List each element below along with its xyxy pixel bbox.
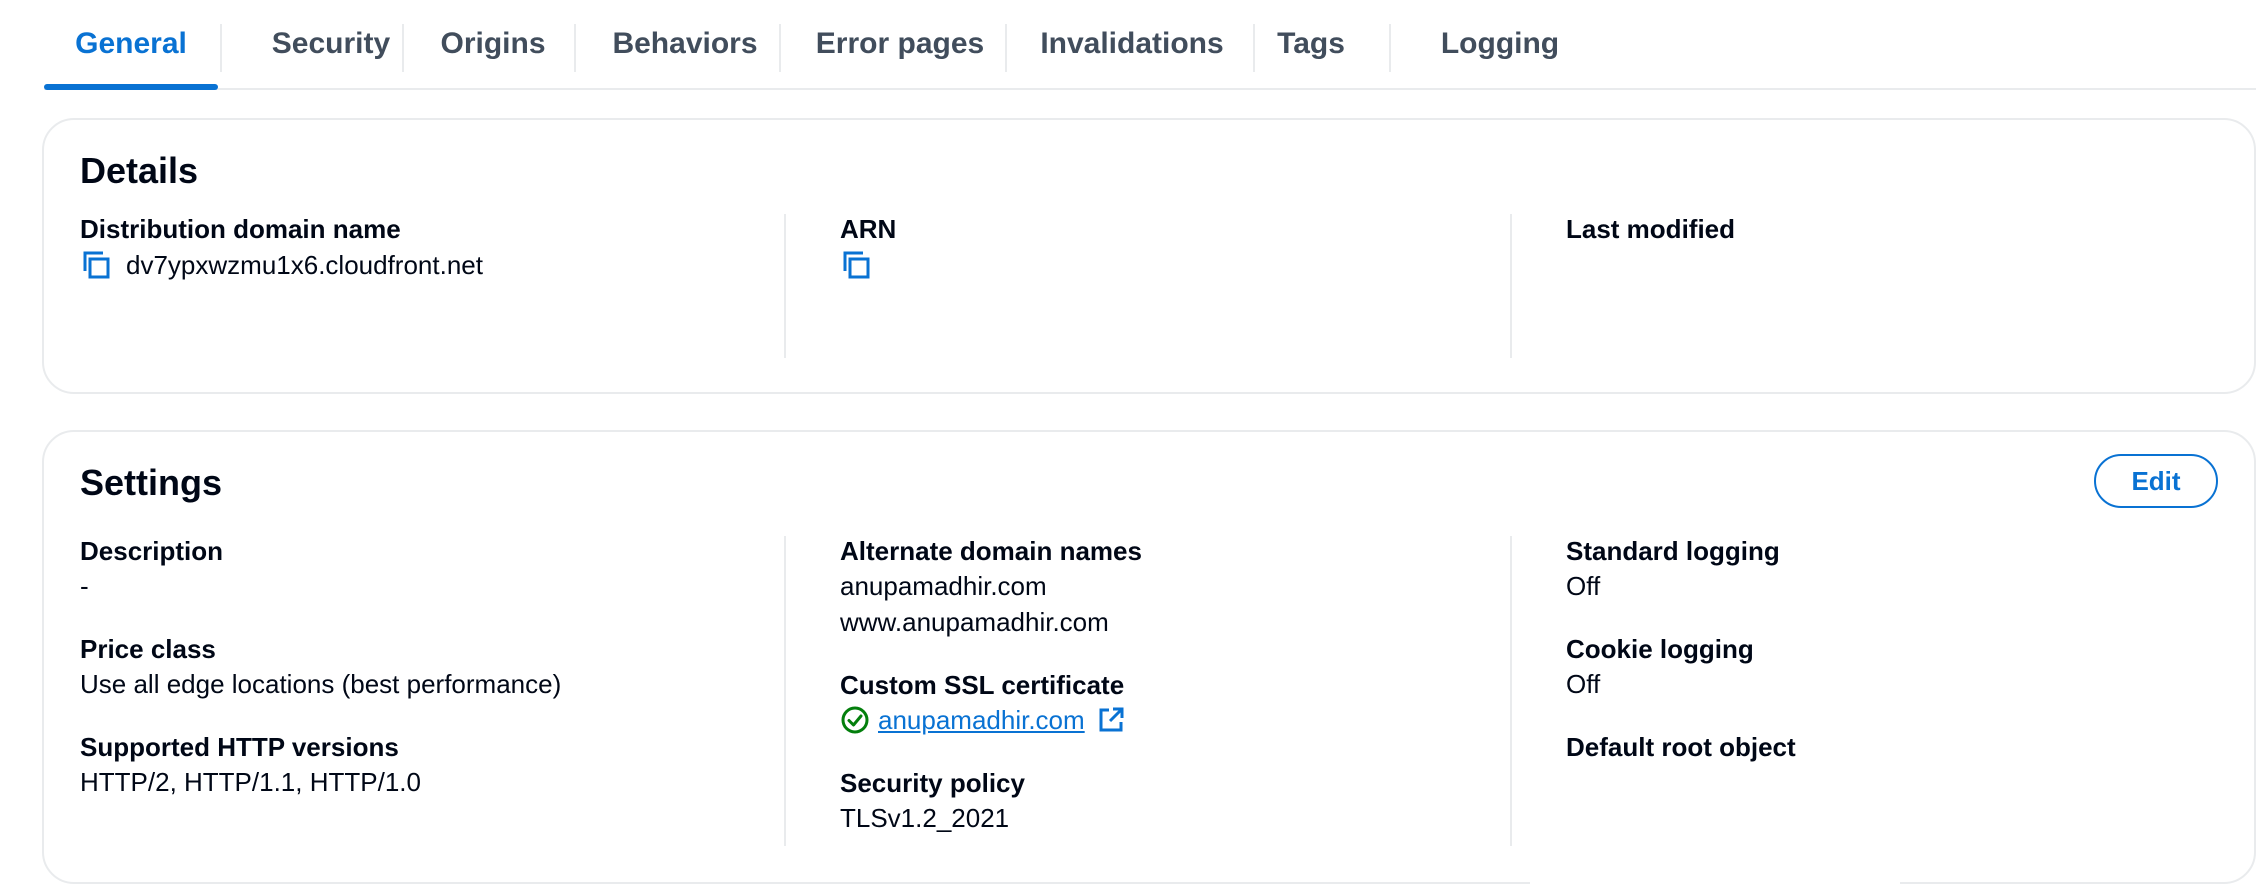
last-modified-label: Last modified [1566,214,1736,244]
security-policy-value: TLSv1.2_2021 [840,803,1010,833]
settings-card: Settings Edit Description - Price class … [42,430,2256,884]
price-class-value: Use all edge locations (best performance… [80,669,562,699]
cookie-logging-field: Cookie logging Off [1566,632,2206,702]
default-root-object-label: Default root object [1566,732,1796,762]
security-policy-label: Security policy [840,768,1025,798]
alternate-domain-item: www.anupamadhir.com [840,607,1109,637]
tab-divider [1005,24,1007,72]
arn-column: ARN [840,212,1480,284]
settings-column-general: Description - Price class Use all edge l… [80,534,780,828]
alternate-domain-item: anupamadhir.com [840,571,1047,601]
distribution-domain-value: dv7ypxwzmu1x6.cloudfront.net [126,250,483,280]
tab-origins[interactable]: Origins [406,0,580,88]
column-divider [1510,536,1512,846]
alternate-domains-field: Alternate domain names anupamadhir.com w… [840,534,1480,640]
tab-tags[interactable]: Tags [1258,0,1364,88]
copy-icon[interactable] [840,249,872,281]
arn-label: ARN [840,214,897,244]
copy-icon[interactable] [80,249,112,281]
column-divider [784,536,786,846]
tab-divider [1253,24,1255,72]
standard-logging-field: Standard logging Off [1566,534,2206,604]
tab-divider [1389,24,1391,72]
tab-divider [779,24,781,72]
standard-logging-label: Standard logging [1566,536,1780,566]
column-divider [1510,214,1512,358]
ssl-certificate-label: Custom SSL certificate [840,670,1125,700]
tab-divider [402,24,404,72]
price-class-field: Price class Use all edge locations (best… [80,632,780,702]
description-field: Description - [80,534,780,604]
tab-general[interactable]: General [44,0,218,90]
distribution-domain-column: Distribution domain name dv7ypxwzmu1x6.c… [80,212,780,284]
bottom-overlay [1530,864,1900,894]
details-card: Details Distribution domain name dv7ypxw… [42,118,2256,394]
default-root-object-field: Default root object [1566,730,2206,764]
http-versions-field: Supported HTTP versions HTTP/2, HTTP/1.1… [80,730,780,800]
ssl-certificate-row: anupamadhir.com [840,702,1480,738]
arn-row [840,246,1480,284]
settings-title: Settings [80,462,223,503]
description-value: - [80,571,89,601]
alternate-domains-label: Alternate domain names [840,536,1142,566]
standard-logging-value: Off [1566,571,1601,601]
cookie-logging-value: Off [1566,669,1601,699]
ssl-certificate-link[interactable]: anupamadhir.com [878,705,1085,736]
tab-behaviors[interactable]: Behaviors [580,0,790,88]
edit-button[interactable]: Edit [2094,454,2218,508]
settings-column-domains: Alternate domain names anupamadhir.com w… [840,534,1480,864]
tab-error-pages[interactable]: Error pages [788,0,1012,88]
security-policy-field: Security policy TLSv1.2_2021 [840,766,1480,836]
details-title: Details [80,150,199,191]
distribution-domain-label: Distribution domain name [80,214,401,244]
cookie-logging-label: Cookie logging [1566,634,1754,664]
last-modified-column: Last modified [1566,212,2206,246]
tab-divider [574,24,576,72]
external-link-icon[interactable] [1097,706,1125,734]
check-circle-icon [840,705,870,735]
price-class-label: Price class [80,634,216,664]
settings-column-logging: Standard logging Off Cookie logging Off … [1566,534,2206,792]
tab-bar: General Security Origins Behaviors Error… [44,0,2256,90]
column-divider [784,214,786,358]
distribution-domain-row: dv7ypxwzmu1x6.cloudfront.net [80,246,780,284]
ssl-certificate-field: Custom SSL certificate anupamadhir.com [840,668,1480,738]
description-label: Description [80,536,224,566]
tab-logging[interactable]: Logging [1410,0,1590,88]
tab-divider [220,24,222,72]
http-versions-value: HTTP/2, HTTP/1.1, HTTP/1.0 [80,767,421,797]
tab-invalidations[interactable]: Invalidations [1014,0,1250,88]
http-versions-label: Supported HTTP versions [80,732,399,762]
